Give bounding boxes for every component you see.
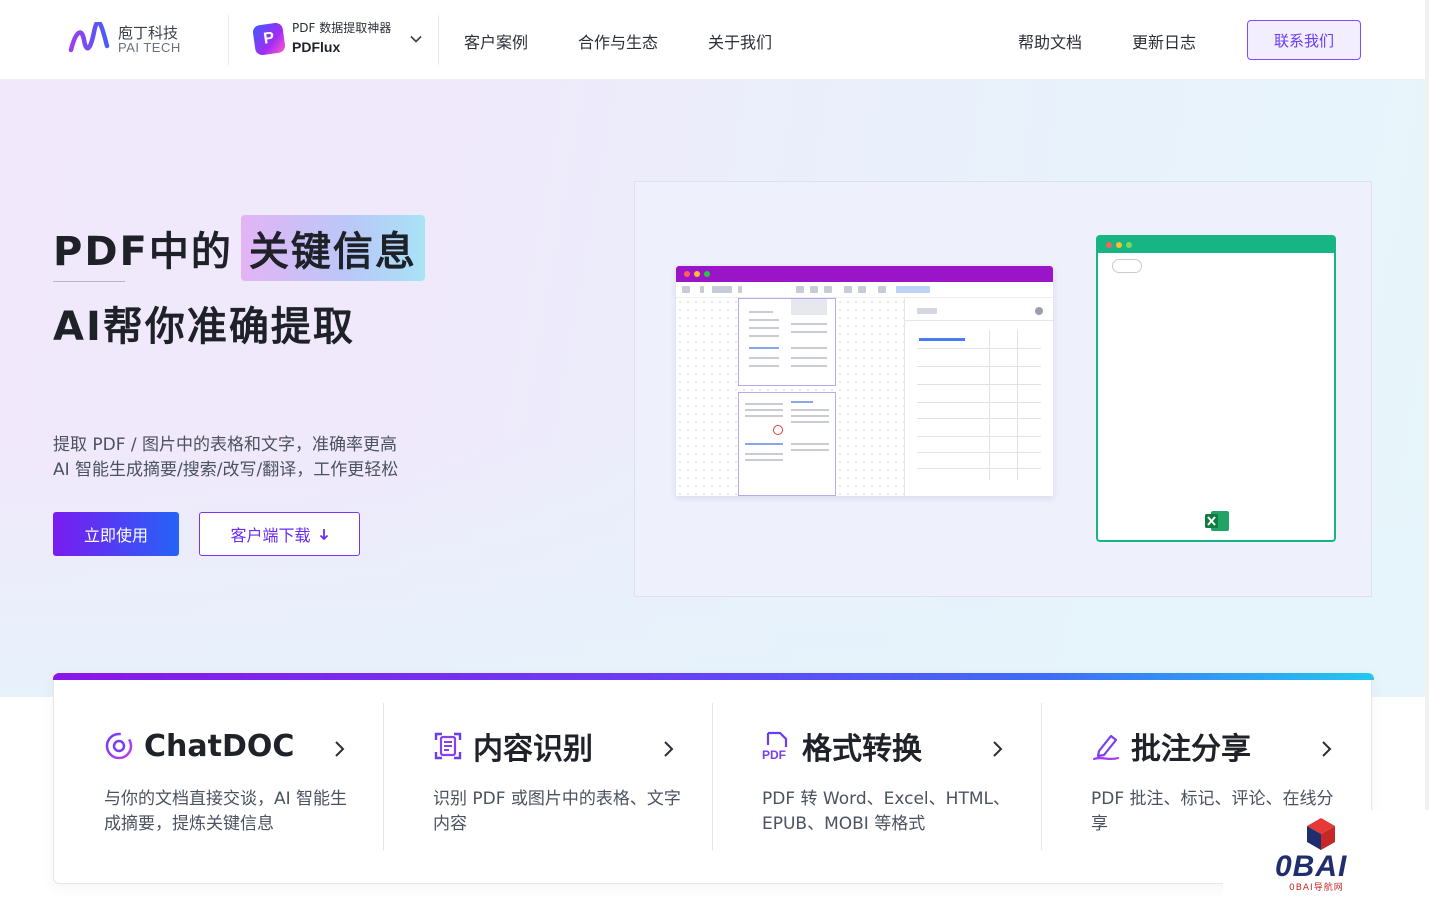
nav-changelog[interactable]: 更新日志	[1132, 29, 1196, 53]
watermark-logo: 0BAI 0BAI导航网	[1223, 810, 1429, 900]
window-titlebar	[676, 266, 1053, 282]
extracted-table-pane	[905, 298, 1053, 496]
chevron-down-icon[interactable]	[409, 32, 423, 46]
svg-text:PDF: PDF	[762, 748, 786, 761]
hero-desc-line: 提取 PDF / 图片中的表格和文字，准确率更高	[53, 435, 398, 455]
features-gradient-bar	[53, 673, 1374, 680]
contact-us-button[interactable]: 联系我们	[1247, 20, 1361, 60]
nav-customer-cases[interactable]: 客户案例	[464, 29, 528, 53]
chevron-right-icon[interactable]	[1319, 739, 1333, 759]
nav-help-docs[interactable]: 帮助文档	[1018, 29, 1082, 53]
feature-title: 格式转换	[802, 732, 922, 767]
pdflux-app-icon: P	[252, 21, 286, 56]
feature-title: 批注分享	[1131, 732, 1251, 767]
chevron-right-icon[interactable]	[990, 739, 1004, 759]
title-divider	[53, 281, 125, 282]
feature-card-content-recognition[interactable]: 内容识别 识别 PDF 或图片中的表格、文字内容	[383, 703, 712, 850]
product-switcher[interactable]: P PDF 数据提取神器 PDFlux	[252, 20, 423, 58]
logo-name-cn: 庖丁科技	[118, 23, 179, 42]
svg-text:0BAI: 0BAI	[1275, 850, 1347, 883]
pdf-page-thumbnail	[738, 298, 836, 386]
window-titlebar	[1098, 237, 1334, 253]
features-panel: ChatDOC 与你的文档直接交谈，AI 智能生成摘要，提炼关键信息 内容识别 …	[53, 673, 1374, 884]
logo-name-en: PAI TECH	[118, 40, 181, 56]
client-download-label: 客户端下载	[230, 526, 311, 545]
site-header: 庖丁科技 PAI TECH P PDF 数据提取神器 PDFlux 客户案例 合…	[0, 0, 1425, 80]
pdf-page-thumbnail	[738, 392, 836, 496]
logo[interactable]: 庖丁科技 PAI TECH	[68, 22, 181, 58]
excel-export-window	[1096, 235, 1336, 542]
product-tagline: PDF 数据提取神器	[292, 21, 392, 35]
pdf-viewer-window	[676, 266, 1053, 496]
hero-desc-line: AI 智能生成摘要/搜索/改写/翻译，工作更轻松	[53, 460, 399, 480]
feature-title: ChatDOC	[144, 728, 295, 764]
hero-subtitle: AI帮你准确提取	[53, 304, 355, 350]
hero-title: PDF中的 关键信息	[53, 215, 425, 281]
scan-doc-icon	[434, 732, 462, 760]
pdf-convert-icon: PDF	[762, 731, 788, 761]
chevron-right-icon[interactable]	[661, 739, 675, 759]
viewer-toolbar	[676, 282, 1053, 298]
annotate-pen-icon	[1092, 734, 1120, 761]
feature-title: 内容识别	[473, 732, 593, 767]
hero-title-highlight: 关键信息	[240, 215, 425, 281]
client-download-button[interactable]: 客户端下载	[199, 512, 360, 556]
pai-tech-logo-icon	[68, 22, 110, 53]
start-using-button[interactable]: 立即使用	[53, 512, 179, 556]
header-divider	[438, 15, 439, 65]
page-scrollbar[interactable]	[1425, 0, 1429, 810]
feature-description: 与你的文档直接交谈，AI 智能生成摘要，提炼关键信息	[104, 789, 348, 834]
product-demo-illustration	[634, 181, 1372, 597]
product-name: PDFlux	[292, 39, 341, 56]
svg-text:0BAI导航网: 0BAI导航网	[1289, 881, 1344, 893]
feature-description: PDF 转 Word、Excel、HTML、EPUB、MOBI 等格式	[762, 789, 1010, 834]
nav-about[interactable]: 关于我们	[708, 29, 772, 53]
nav-partners[interactable]: 合作与生态	[578, 29, 658, 53]
hero-description: 提取 PDF / 图片中的表格和文字，准确率更高 AI 智能生成摘要/搜索/改写…	[53, 433, 398, 483]
feature-card-chatdoc[interactable]: ChatDOC 与你的文档直接交谈，AI 智能生成摘要，提炼关键信息	[54, 703, 383, 850]
feature-card-format-convert[interactable]: PDF 格式转换 PDF 转 Word、Excel、HTML、EPUB、MOBI…	[712, 703, 1041, 850]
feature-description: 识别 PDF 或图片中的表格、文字内容	[433, 789, 681, 834]
chevron-right-icon[interactable]	[332, 739, 346, 759]
chatdoc-icon	[105, 732, 133, 760]
copy-chip	[1112, 259, 1142, 273]
excel-icon	[1205, 511, 1229, 531]
page-thumbnails-pane	[676, 298, 905, 496]
arrow-down-icon	[319, 528, 328, 540]
header-divider	[228, 15, 229, 65]
hero-title-prefix: PDF中的	[53, 229, 233, 275]
